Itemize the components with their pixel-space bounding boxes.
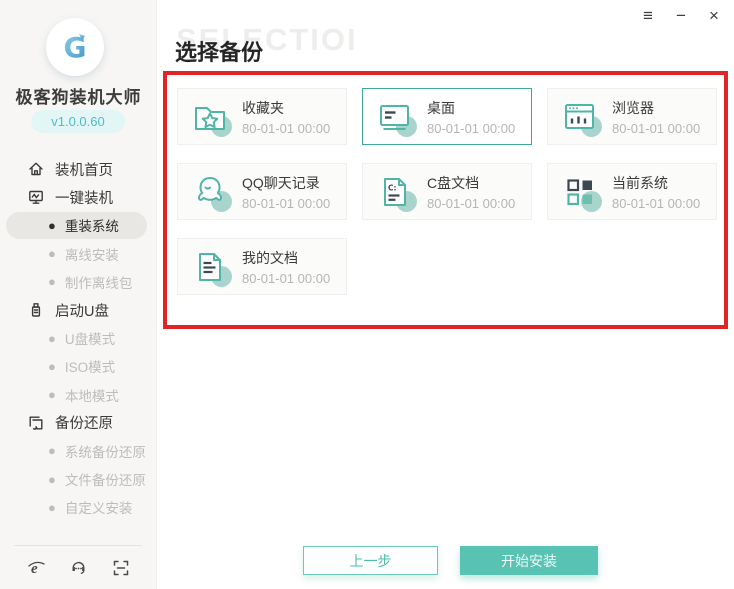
sidebar-item-label: 重装系统 xyxy=(64,219,119,235)
restore-icon xyxy=(27,414,44,431)
backup-name: 桌面 xyxy=(427,99,455,116)
backup-date: 80-01-01 00:00 xyxy=(427,195,516,211)
backup-card-c-drive-docs[interactable]: C: C盘文档 80-01-01 00:00 xyxy=(362,163,532,220)
titlebar: ≡ − × xyxy=(638,6,724,26)
sidebar-item-label: 本地模式 xyxy=(64,388,119,404)
sidebar-item-custom-install[interactable]: ● 自定义安装 xyxy=(0,493,157,521)
svg-text:C:: C: xyxy=(388,183,397,192)
sidebar-item-label: U盘模式 xyxy=(64,332,116,348)
backup-name: QQ聊天记录 xyxy=(242,174,320,191)
bullet-icon: ● xyxy=(48,443,56,459)
backup-card-desktop[interactable]: 桌面 80-01-01 00:00 xyxy=(362,88,532,145)
minimize-icon[interactable]: − xyxy=(671,6,691,26)
sidebar-item-offline-install[interactable]: ● 离线安装 xyxy=(0,240,157,268)
menu-icon[interactable]: ≡ xyxy=(638,6,658,26)
sidebar-item-local-mode[interactable]: ● 本地模式 xyxy=(0,381,157,409)
backup-name: 我的文档 xyxy=(242,249,298,266)
desktop-icon xyxy=(374,96,417,138)
backup-date: 80-01-01 00:00 xyxy=(612,195,701,211)
sidebar-item-install-home[interactable]: 装机首页 xyxy=(0,155,157,183)
sidebar-divider xyxy=(14,545,142,546)
bullet-icon: ● xyxy=(48,499,56,515)
bullet-icon: ● xyxy=(48,358,56,374)
sidebar-item-one-key-install[interactable]: 一键装机 xyxy=(0,183,157,211)
support-headset-icon[interactable] xyxy=(69,558,89,578)
sidebar-item-file-backup-restore[interactable]: ● 文件备份还原 xyxy=(0,465,157,493)
app-name: 极客狗装机大师 xyxy=(15,88,142,107)
sidebar-nav: 装机首页 一键装机 ● 重装系统 ● 离线安装 ● 制作离线包 启动U盘 ● U… xyxy=(0,155,157,521)
bullet-icon: ● xyxy=(48,471,56,487)
sidebar-item-label: 一键装机 xyxy=(55,190,113,207)
c-drive-doc-icon: C: xyxy=(374,171,417,213)
monitor-icon xyxy=(27,189,44,206)
usb-icon xyxy=(27,302,44,319)
backup-card-favorites[interactable]: 收藏夹 80-01-01 00:00 xyxy=(177,88,347,145)
bullet-icon: ● xyxy=(48,217,56,233)
sidebar-item-label: 文件备份还原 xyxy=(64,473,146,489)
bullet-icon: ● xyxy=(48,274,56,290)
backup-date: 80-01-01 00:00 xyxy=(612,120,701,136)
sidebar-item-label: 装机首页 xyxy=(55,162,113,179)
sidebar-item-backup-restore[interactable]: 备份还原 xyxy=(0,409,157,437)
sidebar-item-label: ISO模式 xyxy=(64,360,116,376)
backup-card-browser[interactable]: 浏览器 80-01-01 00:00 xyxy=(547,88,717,145)
version-badge: v1.0.0.60 xyxy=(31,110,125,133)
start-install-button[interactable]: 开始安装 xyxy=(460,546,598,575)
home-icon xyxy=(27,161,44,178)
sidebar-item-label: 备份还原 xyxy=(55,416,113,433)
app-logo-icon: G xyxy=(46,18,104,76)
sidebar-item-make-offline-pack[interactable]: ● 制作离线包 xyxy=(0,268,157,296)
scan-icon[interactable] xyxy=(111,558,131,578)
backup-card-my-documents[interactable]: 我的文档 80-01-01 00:00 xyxy=(177,238,347,295)
backup-date: 80-01-01 00:00 xyxy=(242,270,331,286)
ie-browser-icon[interactable]: e xyxy=(26,558,46,578)
backup-card-qq-history[interactable]: QQ聊天记录 80-01-01 00:00 xyxy=(177,163,347,220)
bullet-icon: ● xyxy=(48,246,56,262)
sidebar: G 极客狗装机大师 v1.0.0.60 装机首页 一键装机 ● 重装系统 ● 离… xyxy=(0,0,157,589)
previous-step-button[interactable]: 上一步 xyxy=(303,546,438,575)
sidebar-item-label: 自定义安装 xyxy=(64,501,133,517)
sidebar-item-label: 离线安装 xyxy=(64,247,119,263)
system-grid-icon xyxy=(559,171,602,213)
app-window: ≡ − × G 极客狗装机大师 v1.0.0.60 装机首页 一键装机 ● 重装… xyxy=(0,0,734,589)
backup-name: 浏览器 xyxy=(612,99,654,116)
my-documents-icon xyxy=(189,246,232,288)
backup-name: 当前系统 xyxy=(612,174,668,191)
sidebar-item-system-backup-restore[interactable]: ● 系统备份还原 xyxy=(0,437,157,465)
browser-icon xyxy=(559,96,602,138)
backup-card-current-system[interactable]: 当前系统 80-01-01 00:00 xyxy=(547,163,717,220)
sidebar-footer: e xyxy=(0,547,157,589)
sidebar-item-boot-usb[interactable]: 启动U盘 xyxy=(0,296,157,324)
qq-icon xyxy=(189,171,232,213)
sidebar-item-label: 系统备份还原 xyxy=(64,444,146,460)
backup-date: 80-01-01 00:00 xyxy=(427,120,516,136)
favorites-folder-icon xyxy=(189,96,232,138)
backup-date: 80-01-01 00:00 xyxy=(242,195,331,211)
close-icon[interactable]: × xyxy=(704,6,724,26)
backup-name: 收藏夹 xyxy=(242,99,284,116)
sidebar-item-label: 启动U盘 xyxy=(55,303,109,320)
sidebar-item-reinstall-system[interactable]: ● 重装系统 xyxy=(0,211,157,239)
main-panel: SELECTIOI 选择备份 收藏夹 80-01-01 00:00 桌面 80-… xyxy=(157,0,734,589)
sidebar-item-label: 制作离线包 xyxy=(64,275,133,291)
page-title: 选择备份 xyxy=(175,40,264,65)
sidebar-item-usb-mode[interactable]: ● U盘模式 xyxy=(0,324,157,352)
bullet-icon: ● xyxy=(48,330,56,346)
backup-date: 80-01-01 00:00 xyxy=(242,120,331,136)
bullet-icon: ● xyxy=(48,387,56,403)
sidebar-item-iso-mode[interactable]: ● ISO模式 xyxy=(0,352,157,380)
backup-name: C盘文档 xyxy=(427,174,480,191)
